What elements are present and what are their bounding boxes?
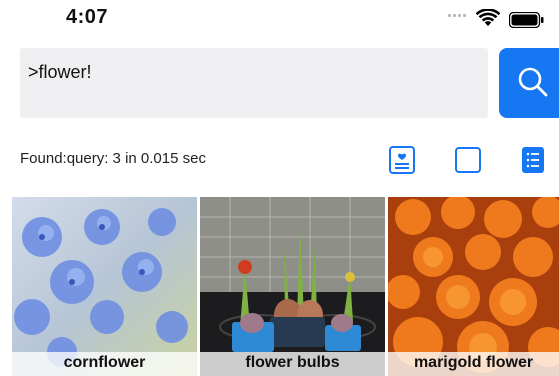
blank-view-button[interactable] [455,146,481,174]
flower-bulbs-photo [200,197,385,376]
search-button[interactable] [499,48,559,118]
photo-tile-flower-bulbs[interactable]: flower bulbs [200,197,385,376]
status-bar: 4:07 [0,0,559,40]
list-view-button[interactable] [520,146,546,174]
battery-icon [508,11,545,33]
detail-view-icon [389,146,415,174]
cellular-signal-icon [448,14,466,17]
wifi-icon [475,8,501,32]
photo-caption: marigold flower [388,352,559,376]
cornflower-photo [12,197,197,376]
photo-caption: cornflower [12,352,197,376]
results-summary: Found:query: 3 in 0.015 sec [20,150,206,167]
photo-caption: flower bulbs [200,352,385,376]
blank-view-icon [455,147,481,173]
marigold-photo [388,197,559,376]
list-view-icon [522,147,544,173]
photo-tile-marigold[interactable]: marigold flower [388,197,559,376]
search-icon [518,67,548,97]
detail-view-button[interactable] [389,146,415,174]
status-time: 4:07 [66,6,109,28]
search-input[interactable]: >flower! [20,48,488,118]
photo-grid: cornflower flower bulbs marigold flower [12,197,559,376]
search-query-text: >flower! [28,62,92,82]
photo-tile-cornflower[interactable]: cornflower [12,197,197,376]
